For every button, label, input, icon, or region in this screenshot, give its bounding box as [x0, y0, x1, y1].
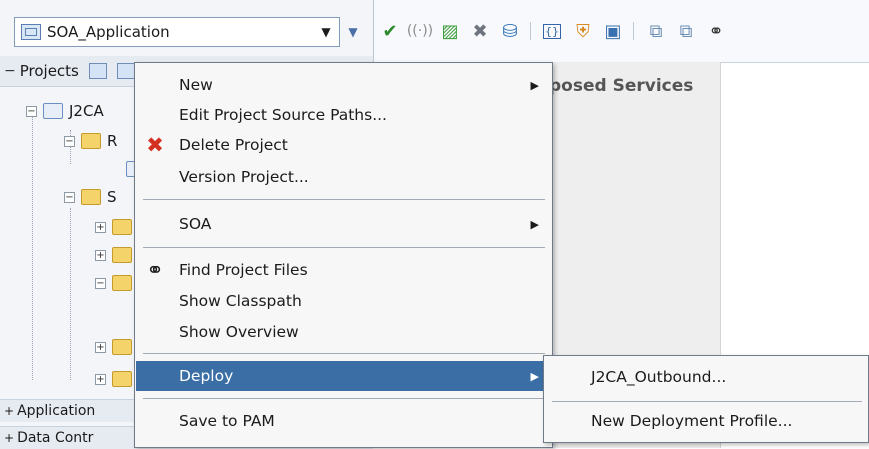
- tree-node-subfolder[interactable]: +: [95, 336, 132, 358]
- expand-node-icon[interactable]: +: [95, 373, 106, 385]
- menu-item-edit-source-paths[interactable]: Edit Project Source Paths...: [136, 100, 551, 130]
- projects-panel-title: Projects: [19, 62, 79, 80]
- menu-item-new[interactable]: New ▶: [136, 70, 551, 100]
- menu-item-save-to-pam[interactable]: Save to PAM: [136, 406, 551, 436]
- menu-item-delete-project[interactable]: ✖ Delete Project: [136, 130, 551, 160]
- expand-node-icon[interactable]: +: [95, 249, 106, 261]
- collapse-node-icon[interactable]: −: [26, 105, 37, 117]
- copy-icon[interactable]: ⧉: [642, 21, 670, 42]
- folder-icon: [112, 275, 132, 291]
- deploy-submenu: J2CA_Outbound... New Deployment Profile.…: [543, 355, 869, 443]
- collapse-node-icon[interactable]: −: [64, 135, 75, 147]
- binoculars-icon: ⚭: [146, 257, 164, 282]
- submenu-item-j2ca-outbound[interactable]: J2CA_Outbound...: [591, 368, 726, 386]
- tree-node-folder[interactable]: − S: [64, 186, 117, 208]
- tree-node-subfolder[interactable]: +: [95, 244, 132, 266]
- folder-icon: [112, 247, 132, 263]
- clipboard-icon[interactable]: ▣: [599, 21, 627, 42]
- chart-icon[interactable]: ▨: [436, 21, 464, 42]
- wireless-icon[interactable]: ((·)): [406, 23, 434, 39]
- menu-item-soa[interactable]: SOA ▶: [136, 209, 551, 239]
- folder-icon: [112, 219, 132, 235]
- tree-node-subfolder[interactable]: +: [95, 216, 132, 238]
- tree-node-label: S: [107, 188, 117, 206]
- folder-icon: [112, 371, 132, 387]
- menu-item-version-project[interactable]: Version Project...: [136, 162, 551, 192]
- duplicate-icon[interactable]: ⧉: [672, 21, 700, 42]
- collapse-node-icon[interactable]: −: [95, 277, 106, 289]
- expand-icon[interactable]: +: [4, 404, 14, 418]
- menu-item-deploy[interactable]: Deploy ▶: [136, 361, 551, 391]
- code-braces-icon[interactable]: {}: [543, 23, 561, 39]
- collapse-node-icon[interactable]: −: [64, 191, 75, 203]
- tree-node-folder[interactable]: − R: [64, 130, 117, 152]
- delete-icon: ✖: [146, 132, 164, 157]
- dropdown-arrow-icon[interactable]: ▼: [313, 25, 339, 39]
- folder-icon: [112, 339, 132, 355]
- binoculars-icon[interactable]: ⚭: [702, 21, 730, 42]
- menu-item-find-project-files[interactable]: ⚭ Find Project Files: [136, 255, 551, 285]
- expand-node-icon[interactable]: +: [95, 221, 106, 233]
- menu-item-show-overview[interactable]: Show Overview: [136, 317, 551, 347]
- tree-node-subfolder[interactable]: +: [95, 368, 132, 390]
- submenu-item-new-deployment-profile[interactable]: New Deployment Profile...: [591, 412, 792, 430]
- collapse-icon[interactable]: −: [4, 63, 16, 79]
- folder-icon: [81, 189, 101, 205]
- validate-icon[interactable]: ✔: [376, 21, 404, 42]
- network-icon[interactable]: ⛁: [496, 21, 524, 42]
- submenu-arrow-icon: ▶: [530, 217, 539, 231]
- navigator-menu-icon[interactable]: ▼: [340, 17, 366, 47]
- tree-node-subfolder[interactable]: −: [95, 272, 132, 294]
- project-toolbar-icon-2[interactable]: [116, 63, 135, 79]
- folder-icon: [81, 133, 101, 149]
- application-selector-value: SOA_Application: [47, 23, 170, 41]
- application-selector[interactable]: SOA_Application ▼: [14, 17, 340, 47]
- tree-node-label: J2CA: [69, 102, 104, 120]
- accordion-label: Data Contr: [17, 430, 94, 446]
- application-icon: [21, 24, 41, 40]
- tree-node-label: R: [107, 132, 118, 150]
- project-icon: [43, 103, 63, 119]
- menu-item-show-classpath[interactable]: Show Classpath: [136, 286, 551, 316]
- project-context-menu: New ▶ Edit Project Source Paths... ✖ Del…: [134, 62, 553, 448]
- project-toolbar-icon[interactable]: [88, 63, 107, 79]
- close-icon[interactable]: ✖: [466, 21, 494, 42]
- expand-icon[interactable]: +: [4, 431, 14, 445]
- expand-node-icon[interactable]: +: [95, 341, 106, 353]
- tree-node-project[interactable]: − J2CA: [26, 100, 104, 122]
- accordion-label: Application: [17, 403, 96, 419]
- security-shield-icon[interactable]: ⛨: [569, 21, 597, 42]
- editor-toolbar: ✔ ((·)) ▨ ✖ ⛁ {} ⛨ ▣ ⧉ ⧉ ⚭: [374, 0, 869, 63]
- exposed-services-title: posed Services: [549, 76, 694, 96]
- submenu-arrow-icon: ▶: [530, 78, 539, 92]
- submenu-arrow-icon: ▶: [530, 369, 539, 383]
